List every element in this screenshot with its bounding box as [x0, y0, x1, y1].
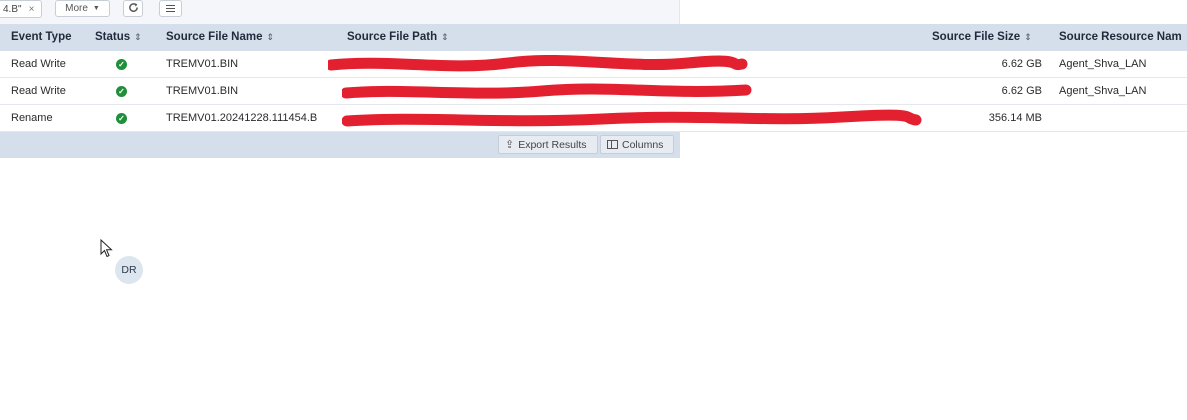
table-header: Event Type Status ⇕ Source File Name ⇕ Sou… — [0, 24, 1187, 51]
avatar[interactable]: DR — [115, 256, 143, 284]
more-label: More — [65, 3, 88, 14]
resource-cell: Agent_Shva_LAN — [1059, 58, 1147, 70]
table-row[interactable]: Read Write ✓ TREMV01.BIN 6.62 GB Agent_S… — [0, 51, 1187, 78]
redaction-mark — [342, 83, 752, 99]
column-header-event-type[interactable]: Event Type — [11, 24, 72, 51]
column-header-label: Source File Path — [347, 31, 438, 43]
table-row[interactable]: Rename ✓ TREMV01.20241228.111454.B 356.1… — [0, 105, 1187, 132]
resource-cell: Agent_Shva_LAN — [1059, 85, 1147, 97]
column-header-label: Source File Name — [166, 31, 263, 43]
column-header-source-file-size[interactable]: Source File Size ⇕ — [932, 24, 1032, 51]
chevron-down-icon: ▼ — [92, 5, 100, 12]
column-header-label: Status — [95, 31, 131, 43]
sort-icon[interactable]: ⇕ — [1024, 32, 1032, 42]
file-name-cell: TREMV01.BIN — [166, 58, 239, 70]
hamburger-icon — [166, 5, 175, 12]
close-icon[interactable]: × — [29, 4, 35, 15]
sort-icon[interactable]: ⇕ — [134, 32, 142, 42]
column-header-label: Source Resource Nam — [1059, 31, 1182, 43]
column-header-label: Source File Size — [932, 31, 1021, 43]
columns-button[interactable]: Columns — [600, 135, 674, 154]
column-header-source-file-name[interactable]: Source File Name ⇕ — [166, 24, 274, 51]
more-button[interactable]: More ▼ — [55, 0, 110, 17]
table-row[interactable]: Read Write ✓ TREMV01.BIN 6.62 GB Agent_S… — [0, 78, 1187, 105]
columns-label: Columns — [622, 138, 664, 151]
refresh-button[interactable] — [123, 0, 143, 17]
sort-icon[interactable]: ⇕ — [267, 32, 275, 42]
results-footer: ⇪ Export Results Columns — [0, 132, 680, 158]
column-header-label: Event Type — [11, 31, 72, 43]
export-results-label: Export Results — [518, 138, 587, 151]
filter-chip-label: 4.B" — [3, 3, 22, 15]
file-size-cell: 356.14 MB — [988, 112, 1042, 124]
column-header-status[interactable]: Status ⇕ — [95, 24, 142, 51]
redaction-mark — [342, 109, 922, 127]
refresh-icon — [128, 2, 139, 16]
file-name-cell: TREMV01.20241228.111454.B — [166, 112, 318, 124]
file-size-cell: 6.62 GB — [1001, 85, 1042, 97]
event-type-cell: Read Write — [11, 85, 66, 97]
columns-icon — [607, 140, 618, 149]
event-type-cell: Read Write — [11, 58, 66, 70]
column-header-source-file-path[interactable]: Source File Path ⇕ — [347, 24, 449, 51]
mouse-cursor-icon — [100, 239, 113, 258]
check-circle-icon: ✓ — [116, 113, 127, 124]
redaction-mark — [328, 55, 748, 72]
file-name-cell: TREMV01.BIN — [166, 85, 239, 97]
event-type-cell: Rename — [11, 112, 53, 124]
file-size-cell: 6.62 GB — [1001, 58, 1042, 70]
export-results-button[interactable]: ⇪ Export Results — [498, 135, 598, 154]
check-circle-icon: ✓ — [116, 86, 127, 97]
column-header-source-resource-name[interactable]: Source Resource Nam — [1059, 24, 1182, 51]
sort-icon[interactable]: ⇕ — [441, 32, 449, 42]
upload-icon: ⇪ — [505, 139, 515, 151]
filter-chip[interactable]: 4.B" × — [0, 0, 42, 18]
check-circle-icon: ✓ — [116, 59, 127, 70]
refresh-icon-svg — [128, 2, 138, 12]
menu-button[interactable] — [159, 0, 182, 17]
